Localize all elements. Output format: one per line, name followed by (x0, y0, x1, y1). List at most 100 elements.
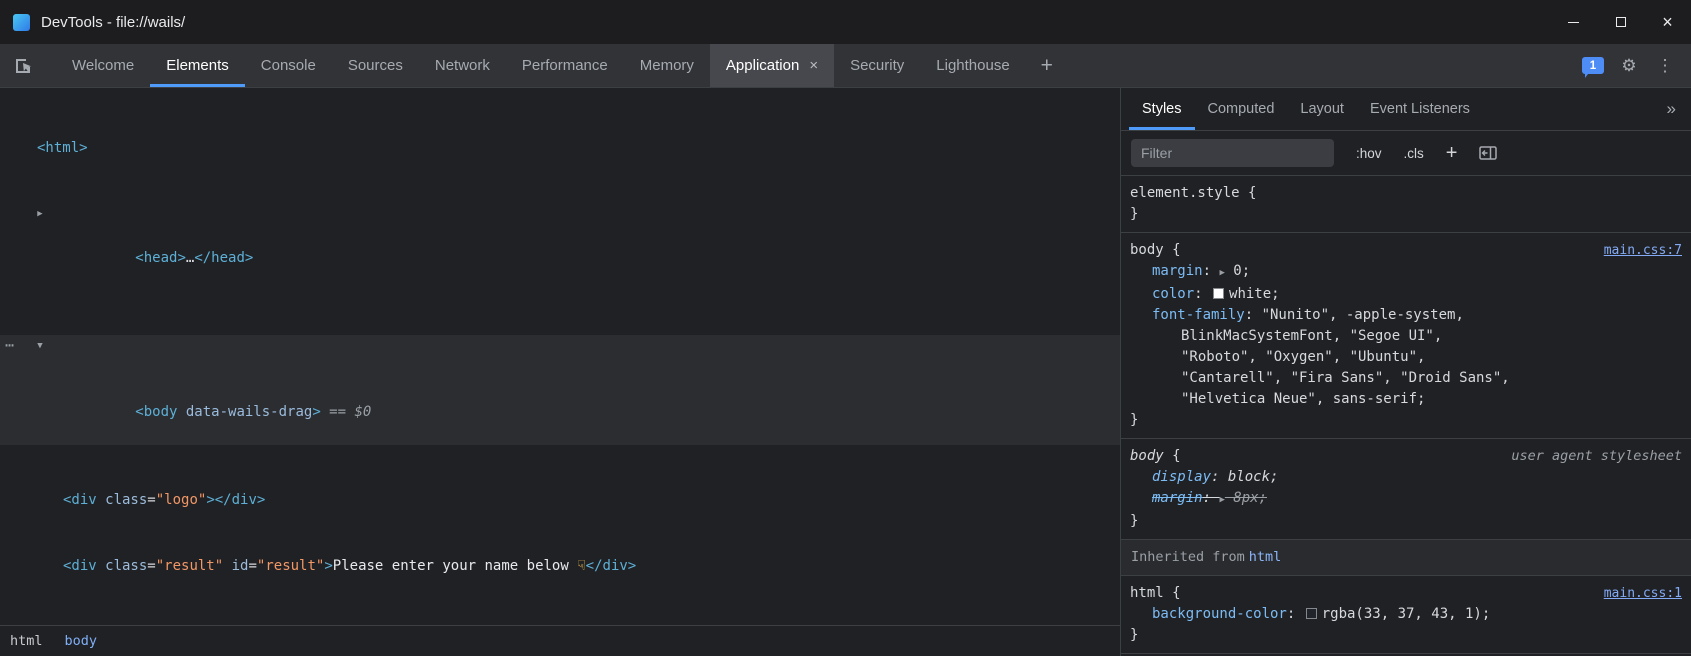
maximize-icon (1616, 17, 1626, 27)
tab-layout[interactable]: Layout (1287, 88, 1357, 130)
close-tab-icon[interactable]: × (809, 57, 818, 74)
tab-label: Console (261, 57, 316, 74)
inherited-node-link[interactable]: html (1249, 549, 1282, 565)
tab-label: Memory (640, 57, 694, 74)
tab-label: Performance (522, 57, 608, 74)
dom-node-div-result[interactable]: <div class="result" id="result">Please e… (0, 555, 1120, 577)
tab-styles[interactable]: Styles (1129, 88, 1195, 130)
window-title: DevTools - file://wails/ (41, 14, 185, 31)
toolbar-right-icons: 1 ⚙ ⋮ (1575, 44, 1691, 87)
inherited-from-label: Inherited from (1131, 549, 1245, 565)
style-rules-pane: element.style { } body { main.css:7 marg… (1121, 176, 1691, 656)
elements-panel: <html> ▶ <head>…</head> ⋯ ▼ <body data-w… (0, 88, 1120, 656)
declaration-font-family-wrap[interactable]: BlinkMacSystemFont, "Segoe UI", (1121, 326, 1691, 347)
feedback-count-badge: 1 (1590, 60, 1596, 72)
rule-selector[interactable]: body { main.css:7 (1121, 240, 1691, 261)
customize-menu-button[interactable]: ⋮ (1647, 44, 1683, 87)
dom-node-div-logo[interactable]: <div class="logo"></div> (0, 489, 1120, 511)
settings-gear-button[interactable]: ⚙ (1611, 44, 1647, 87)
tab-label: Network (435, 57, 490, 74)
tab-label: Application (726, 57, 799, 74)
tab-network[interactable]: Network (419, 44, 506, 87)
declaration-margin-overridden[interactable]: margin: ▶ 8px; (1121, 488, 1691, 511)
tab-label: Lighthouse (936, 57, 1009, 74)
declaration-background-color[interactable]: background-color: rgba(33, 37, 43, 1); (1121, 604, 1691, 625)
more-tabs-button[interactable]: + (1026, 44, 1068, 87)
declaration-margin[interactable]: margin: ▶ 0; (1121, 261, 1691, 284)
breadcrumb-body-selected[interactable]: body (65, 633, 98, 649)
breadcrumb-html[interactable]: html (10, 633, 43, 649)
toggle-element-class-button[interactable]: .cls (1404, 146, 1424, 161)
toggle-pseudo-state-button[interactable]: :hov (1356, 146, 1382, 161)
selector-text: element.style { (1130, 183, 1256, 204)
declaration-display[interactable]: display: block; (1121, 467, 1691, 488)
tab-computed[interactable]: Computed (1195, 88, 1288, 130)
selector-text: html { (1130, 583, 1181, 604)
selector-text: body { (1130, 240, 1181, 261)
styles-toolbar: :hov .cls + (1121, 131, 1691, 176)
tab-performance[interactable]: Performance (506, 44, 624, 87)
declaration-font-family[interactable]: font-family: "Nunito", -apple-system, (1121, 305, 1691, 326)
dom-node-text: <head>…</head> (135, 250, 253, 266)
feedback-bubble-icon: 1 (1582, 57, 1604, 74)
devtools-content: <html> ▶ <head>…</head> ⋯ ▼ <body data-w… (0, 88, 1691, 656)
declaration-font-family-wrap[interactable]: "Cantarell", "Fira Sans", "Droid Sans", (1121, 368, 1691, 389)
styles-filter-input[interactable] (1131, 139, 1334, 167)
more-panels-chevron-icon[interactable]: » (1652, 88, 1691, 130)
tab-elements[interactable]: Elements (150, 44, 245, 87)
rule-close-brace[interactable]: } (1121, 410, 1691, 431)
tab-label: Elements (166, 57, 229, 74)
node-menu-dots-icon[interactable]: ⋯ (5, 334, 14, 356)
dom-breadcrumb: html body (0, 625, 1120, 656)
expand-arrow-icon[interactable]: ▶ (34, 203, 46, 225)
rule-close-brace[interactable]: } (1121, 204, 1691, 225)
devtools-logo-icon (13, 14, 30, 31)
minimize-icon (1568, 22, 1579, 23)
feedback-button[interactable]: 1 (1575, 44, 1611, 87)
rule-body-main-css: body { main.css:7 margin: ▶ 0; color: wh… (1121, 233, 1691, 439)
dom-node-text: <div class="logo"></div> (63, 492, 265, 508)
declaration-font-family-wrap[interactable]: "Roboto", "Oxygen", "Ubuntu", (1121, 347, 1691, 368)
gear-icon: ⚙ (1621, 56, 1636, 76)
rule-close-brace[interactable]: } (1121, 511, 1691, 532)
minimize-button[interactable] (1550, 0, 1597, 44)
user-agent-stylesheet-label: user agent stylesheet (1511, 446, 1691, 467)
dom-node-body-selected[interactable]: ⋯ ▼ <body data-wails-drag> == $0 (0, 335, 1120, 445)
rule-close-brace[interactable]: } (1121, 625, 1691, 646)
tab-memory[interactable]: Memory (624, 44, 710, 87)
tab-security[interactable]: Security (834, 44, 920, 87)
tab-application[interactable]: Application × (710, 44, 834, 87)
window-controls: × (1550, 0, 1691, 44)
close-window-button[interactable]: × (1644, 0, 1691, 44)
close-icon: × (1662, 13, 1673, 31)
new-style-rule-button[interactable]: + (1446, 142, 1458, 165)
inspect-element-button[interactable] (2, 44, 44, 87)
tab-sources[interactable]: Sources (332, 44, 419, 87)
devtools-toolbar: Welcome Elements Console Sources Network… (0, 44, 1691, 88)
rule-selector[interactable]: html { main.css:1 (1121, 583, 1691, 604)
inspect-cursor-icon (13, 56, 33, 76)
collapse-arrow-icon[interactable]: ▼ (34, 335, 46, 357)
styles-sidebar: Styles Computed Layout Event Listeners »… (1120, 88, 1691, 656)
tab-lighthouse[interactable]: Lighthouse (920, 44, 1025, 87)
rule-html-main-css: html { main.css:1 background-color: rgba… (1121, 576, 1691, 654)
maximize-button[interactable] (1597, 0, 1644, 44)
tab-welcome[interactable]: Welcome (56, 44, 150, 87)
panel-toggle-icon[interactable] (1479, 146, 1497, 160)
rule-body-user-agent: body { user agent stylesheet display: bl… (1121, 439, 1691, 540)
tab-event-listeners[interactable]: Event Listeners (1357, 88, 1483, 130)
declaration-font-family-wrap[interactable]: "Helvetica Neue", sans-serif; (1121, 389, 1691, 410)
stylesheet-link[interactable]: main.css:1 (1604, 583, 1691, 604)
rule-selector[interactable]: body { user agent stylesheet (1121, 446, 1691, 467)
tab-label: Welcome (72, 57, 134, 74)
dom-node-html-open[interactable]: <html> (0, 137, 1120, 159)
declaration-color[interactable]: color: white; (1121, 284, 1691, 305)
dom-node-text: <html> (37, 140, 88, 156)
rule-selector[interactable]: element.style { (1121, 183, 1691, 204)
kebab-menu-icon: ⋮ (1657, 56, 1674, 76)
stylesheet-link[interactable]: main.css:7 (1604, 240, 1691, 261)
selector-text: body { (1130, 446, 1181, 467)
tab-console[interactable]: Console (245, 44, 332, 87)
dom-node-head[interactable]: ▶ <head>…</head> (0, 203, 1120, 291)
inherited-from-section: Inherited fromhtml (1121, 540, 1691, 576)
